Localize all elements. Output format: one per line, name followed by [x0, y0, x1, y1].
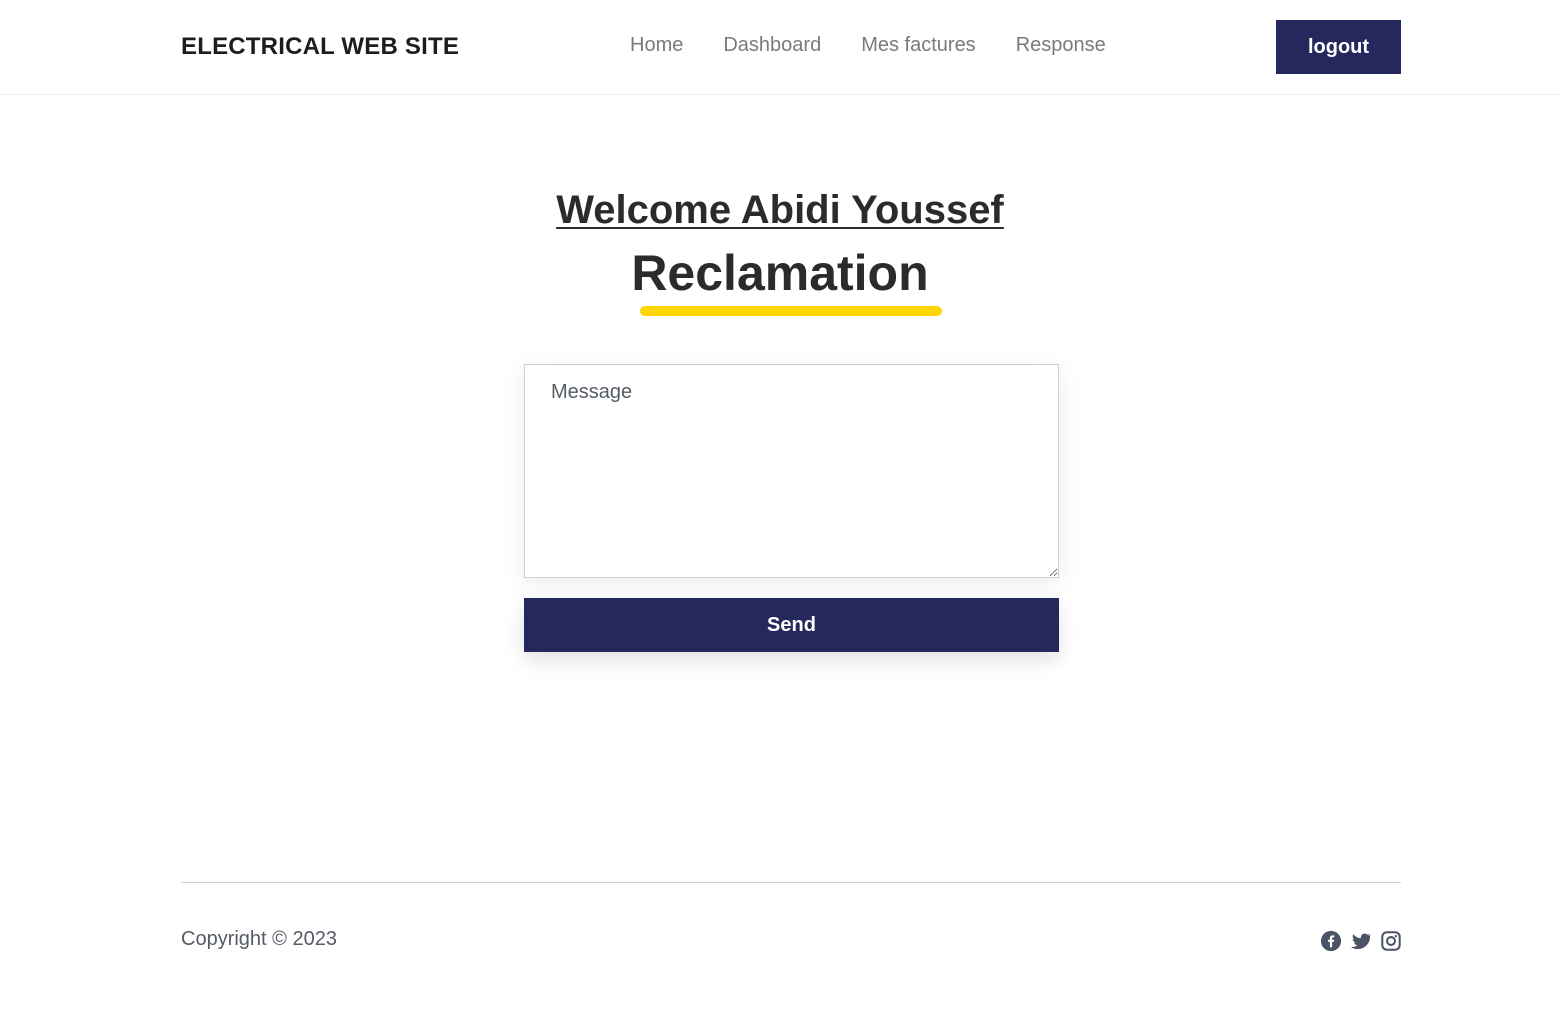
logout-button[interactable]: logout — [1276, 20, 1401, 74]
main-nav: Home Dashboard Mes factures Response — [630, 34, 1106, 57]
welcome-heading-wrap: Welcome Abidi Youssef — [0, 188, 1560, 233]
site-brand[interactable]: ELECTRICAL WEB SITE — [181, 33, 459, 61]
copyright-text: Copyright © 2023 — [181, 928, 337, 950]
site-header: ELECTRICAL WEB SITE Home Dashboard Mes f… — [0, 0, 1560, 95]
nav-mes-factures[interactable]: Mes factures — [861, 34, 975, 57]
section-title-wrap: Reclamation — [0, 244, 1560, 302]
title-underline-bar — [640, 306, 942, 316]
footer-divider — [181, 882, 1401, 883]
nav-home[interactable]: Home — [630, 34, 683, 57]
message-textarea[interactable] — [524, 364, 1059, 578]
social-links — [1320, 930, 1402, 952]
send-button[interactable]: Send — [524, 598, 1059, 652]
nav-response[interactable]: Response — [1016, 34, 1106, 57]
twitter-icon[interactable] — [1350, 930, 1372, 952]
section-title: Reclamation — [631, 245, 929, 301]
instagram-icon[interactable] — [1380, 930, 1402, 952]
facebook-icon[interactable] — [1320, 930, 1342, 952]
nav-dashboard[interactable]: Dashboard — [723, 34, 821, 57]
welcome-heading: Welcome Abidi Youssef — [556, 188, 1004, 232]
